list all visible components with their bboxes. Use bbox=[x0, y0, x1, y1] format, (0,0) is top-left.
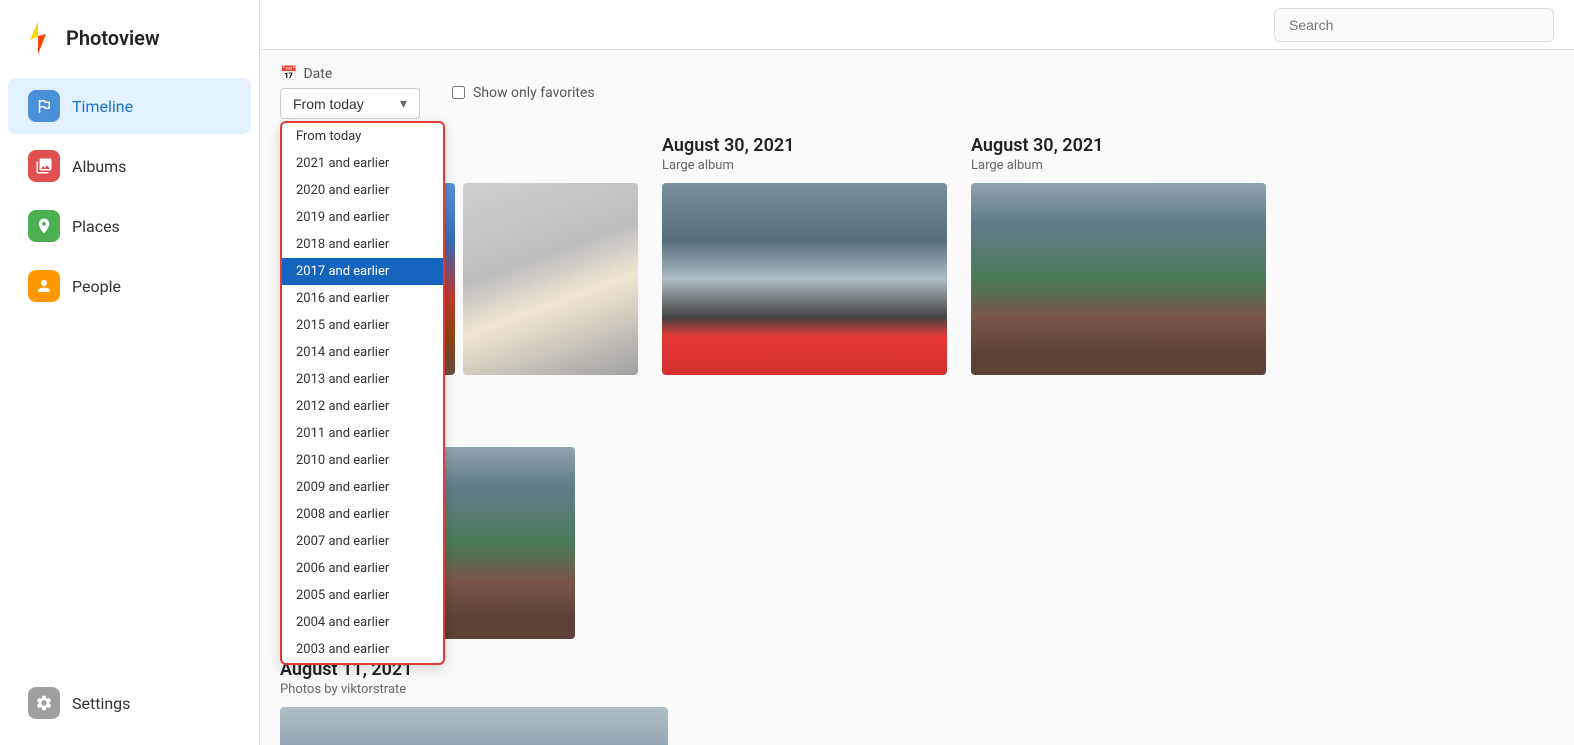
sidebar-item-timeline[interactable]: Timeline bbox=[8, 78, 251, 134]
photo-thumb[interactable] bbox=[463, 183, 638, 375]
dropdown-item-1[interactable]: 2021 and earlier bbox=[282, 150, 443, 177]
dropdown-item-5[interactable]: 2017 and earlier bbox=[282, 258, 443, 285]
timeline-icon bbox=[28, 90, 60, 122]
filter-bar: 📅 Date From today ▾ From today 2021 and … bbox=[280, 66, 1554, 119]
photo-grid-2 bbox=[662, 183, 947, 375]
section-subtitle-3: Large album bbox=[971, 158, 1266, 173]
sidebar-item-albums[interactable]: Albums bbox=[8, 138, 251, 194]
people-icon bbox=[28, 270, 60, 302]
date-dropdown[interactable]: From today 2021 and earlier 2020 and ear… bbox=[280, 121, 445, 665]
dropdown-item-17[interactable]: 2005 and earlier bbox=[282, 582, 443, 609]
chevron-down-icon: ▾ bbox=[400, 95, 407, 112]
sidebar-label-people: People bbox=[72, 277, 121, 296]
favorites-filter[interactable]: Show only favorites bbox=[452, 85, 595, 101]
albums-icon bbox=[28, 150, 60, 182]
section-subtitle-2: Large album bbox=[662, 158, 947, 173]
sidebar-item-people[interactable]: People bbox=[8, 258, 251, 314]
dropdown-item-16[interactable]: 2006 and earlier bbox=[282, 555, 443, 582]
photo-section-5: August 11, 2021 Photos by viktorstrate ♡ bbox=[280, 659, 668, 745]
photo-section-2: August 30, 2021 Large album bbox=[662, 135, 947, 375]
photo-thumb[interactable] bbox=[971, 183, 1266, 375]
date-filter-label: 📅 Date bbox=[280, 66, 420, 82]
photo-thumb[interactable] bbox=[662, 183, 947, 375]
main-area: 📅 Date From today ▾ From today 2021 and … bbox=[260, 0, 1574, 745]
logo-icon bbox=[20, 20, 56, 56]
sidebar-label-settings: Settings bbox=[72, 694, 130, 713]
dropdown-item-6[interactable]: 2016 and earlier bbox=[282, 285, 443, 312]
dropdown-item-4[interactable]: 2018 and earlier bbox=[282, 231, 443, 258]
dropdown-item-19[interactable]: 2003 and earlier bbox=[282, 636, 443, 663]
sidebar-label-places: Places bbox=[72, 217, 120, 236]
dropdown-item-10[interactable]: 2012 and earlier bbox=[282, 393, 443, 420]
dropdown-item-2[interactable]: 2020 and earlier bbox=[282, 177, 443, 204]
calendar-icon: 📅 bbox=[280, 66, 297, 82]
sidebar-bottom: Settings bbox=[0, 673, 259, 733]
photo-thumb[interactable]: ♡ bbox=[280, 707, 668, 745]
bottom-sections: August 11, 2021 Photos by viktorstrate ♡ bbox=[280, 659, 1554, 745]
dropdown-item-0[interactable]: From today bbox=[282, 123, 443, 150]
places-icon bbox=[28, 210, 60, 242]
app-title: Photoview bbox=[66, 26, 160, 50]
sidebar-label-albums: Albums bbox=[72, 157, 126, 176]
sidebar-item-settings[interactable]: Settings bbox=[8, 675, 251, 731]
dropdown-item-13[interactable]: 2009 and earlier bbox=[282, 474, 443, 501]
dropdown-item-7[interactable]: 2015 and earlier bbox=[282, 312, 443, 339]
photo-grid-5: ♡ bbox=[280, 707, 668, 745]
content-area: 📅 Date From today ▾ From today 2021 and … bbox=[260, 50, 1574, 745]
dropdown-item-14[interactable]: 2008 and earlier bbox=[282, 501, 443, 528]
header bbox=[260, 0, 1574, 50]
date-filter-section: 📅 Date From today ▾ From today 2021 and … bbox=[280, 66, 420, 119]
section-title-2: August 30, 2021 bbox=[662, 135, 947, 156]
dropdown-item-15[interactable]: 2007 and earlier bbox=[282, 528, 443, 555]
dropdown-item-3[interactable]: 2019 and earlier bbox=[282, 204, 443, 231]
dropdown-item-9[interactable]: 2013 and earlier bbox=[282, 366, 443, 393]
settings-icon bbox=[28, 687, 60, 719]
sidebar: Photoview Timeline Albums Places People … bbox=[0, 0, 260, 745]
section-subtitle-5: Photos by viktorstrate bbox=[280, 682, 668, 697]
date-selected-value: From today bbox=[293, 96, 364, 112]
favorites-checkbox[interactable] bbox=[452, 86, 465, 99]
date-select-button[interactable]: From today ▾ bbox=[280, 88, 420, 119]
favorites-label: Show only favorites bbox=[473, 85, 595, 101]
top-sections: August 30, 2021 Large album August 30, 2… bbox=[280, 135, 1554, 639]
sidebar-label-timeline: Timeline bbox=[72, 97, 133, 116]
photo-section-3: August 30, 2021 Large album bbox=[971, 135, 1266, 375]
sidebar-item-places[interactable]: Places bbox=[8, 198, 251, 254]
section-title-3: August 30, 2021 bbox=[971, 135, 1266, 156]
dropdown-item-8[interactable]: 2014 and earlier bbox=[282, 339, 443, 366]
dropdown-item-11[interactable]: 2011 and earlier bbox=[282, 420, 443, 447]
search-input[interactable] bbox=[1274, 8, 1554, 42]
dropdown-item-18[interactable]: 2004 and earlier bbox=[282, 609, 443, 636]
logo-area: Photoview bbox=[0, 12, 259, 76]
photo-grid-3 bbox=[971, 183, 1266, 375]
dropdown-item-12[interactable]: 2010 and earlier bbox=[282, 447, 443, 474]
